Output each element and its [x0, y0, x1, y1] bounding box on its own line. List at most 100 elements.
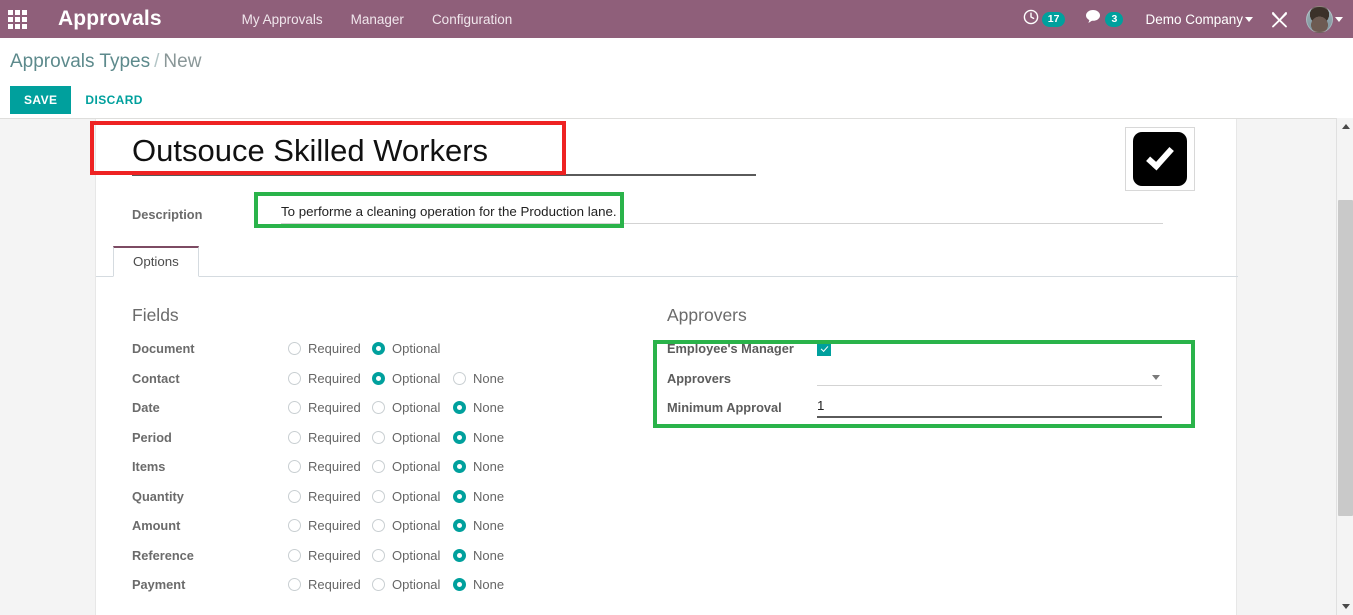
radio-button-icon[interactable] [288, 578, 301, 592]
radio-label: Optional [392, 459, 441, 475]
description-input-zone[interactable]: To performe a cleaning operation for the… [281, 201, 1191, 224]
radio-button-icon[interactable] [372, 548, 385, 562]
radio-none[interactable]: None [453, 577, 504, 592]
radio-button-icon[interactable] [372, 401, 385, 415]
radio-button-icon[interactable] [453, 430, 466, 444]
record-title-field[interactable]: Outsouce Skilled Workers [132, 131, 488, 171]
radio-optional[interactable]: Optional [372, 371, 440, 386]
breadcrumb-root[interactable]: Approvals Types [10, 51, 150, 72]
radio-button-icon[interactable] [453, 401, 466, 415]
vertical-scrollbar[interactable] [1336, 118, 1353, 615]
radio-label: Optional [392, 429, 441, 445]
radio-button-icon[interactable] [288, 401, 301, 415]
radio-required[interactable]: Required [288, 489, 361, 504]
minimum-approval-input[interactable]: 1 [817, 398, 1162, 416]
radio-required[interactable]: Required [288, 577, 361, 592]
field-row-label: Amount [132, 518, 181, 534]
radio-label: None [473, 577, 505, 593]
company-name-label: Demo Company [1145, 11, 1243, 27]
radio-required[interactable]: Required [288, 518, 361, 533]
field-row: Contact Required Optional None [132, 364, 602, 394]
activity-menu[interactable]: 17 [1013, 0, 1076, 38]
radio-button-icon[interactable] [453, 460, 466, 474]
radio-none[interactable]: None [453, 518, 504, 533]
menu-item-configuration[interactable]: Configuration [418, 12, 526, 27]
radio-button-icon[interactable] [372, 460, 385, 474]
radio-none[interactable]: None [453, 371, 504, 386]
radio-button-icon[interactable] [372, 430, 385, 444]
chevron-down-icon [1341, 604, 1350, 609]
radio-optional[interactable]: Optional [372, 489, 440, 504]
app-brand-title[interactable]: Approvals [58, 7, 162, 31]
radio-optional[interactable]: Optional [372, 518, 440, 533]
radio-optional[interactable]: Optional [372, 400, 440, 415]
radio-optional[interactable]: Optional [372, 548, 440, 563]
radio-label: None [473, 400, 505, 416]
radio-none[interactable]: None [453, 489, 504, 504]
discard-button[interactable]: DISCARD [71, 86, 156, 114]
radio-label: None [473, 488, 505, 504]
radio-required[interactable]: Required [288, 341, 361, 356]
radio-required[interactable]: Required [288, 548, 361, 563]
radio-none[interactable]: None [453, 400, 504, 415]
radio-button-icon[interactable] [288, 430, 301, 444]
apps-grid-icon[interactable] [0, 0, 34, 38]
radio-button-icon[interactable] [372, 371, 385, 385]
scroll-up-button[interactable] [1337, 118, 1353, 135]
radio-button-icon[interactable] [288, 489, 301, 503]
radio-button-icon[interactable] [372, 342, 385, 356]
radio-none[interactable]: None [453, 459, 504, 474]
radio-button-icon[interactable] [288, 342, 301, 356]
minimum-approval-underline [817, 415, 1162, 418]
save-button[interactable]: SAVE [10, 86, 72, 114]
chat-bubble-icon [1085, 9, 1102, 29]
user-menu[interactable] [1300, 5, 1343, 33]
chevron-down-icon [1335, 16, 1343, 22]
form-view-area: Outsouce Skilled Workers Description To … [0, 118, 1353, 615]
messages-menu[interactable]: 3 [1075, 0, 1133, 38]
radio-button-icon[interactable] [453, 578, 466, 592]
radio-button-icon[interactable] [372, 519, 385, 533]
radio-label: Optional [392, 547, 441, 563]
menu-item-manager[interactable]: Manager [337, 12, 418, 27]
description-input[interactable]: To performe a cleaning operation for the… [281, 201, 1191, 223]
radio-button-icon[interactable] [288, 371, 301, 385]
radio-button-icon[interactable] [372, 489, 385, 503]
radio-none[interactable]: None [453, 548, 504, 563]
radio-required[interactable]: Required [288, 400, 361, 415]
radio-optional[interactable]: Optional [372, 577, 440, 592]
scroll-down-button[interactable] [1337, 598, 1353, 615]
radio-button-icon[interactable] [453, 519, 466, 533]
tab-options[interactable]: Options [113, 246, 199, 277]
checkmark-image [1133, 132, 1187, 186]
radio-button-icon[interactable] [288, 548, 301, 562]
company-switcher[interactable]: Demo Company [1133, 12, 1259, 27]
radio-button-icon[interactable] [453, 489, 466, 503]
radio-optional[interactable]: Optional [372, 341, 440, 356]
radio-required[interactable]: Required [288, 371, 361, 386]
minimum-approval-input-zone[interactable]: 1 [817, 398, 1162, 418]
approvers-input-zone[interactable] [817, 370, 1162, 387]
approval-type-image[interactable] [1125, 127, 1195, 191]
page-title[interactable]: Outsouce Skilled Workers [132, 131, 488, 171]
radio-button-icon[interactable] [288, 519, 301, 533]
breadcrumb-separator: / [154, 51, 160, 72]
radio-button-icon[interactable] [453, 371, 466, 385]
radio-button-icon[interactable] [453, 548, 466, 562]
approvers-row: Approvers [667, 364, 1207, 394]
radio-label: Required [308, 459, 361, 475]
radio-required[interactable]: Required [288, 430, 361, 445]
radio-none[interactable]: None [453, 430, 504, 445]
developer-tools-button[interactable] [1259, 11, 1300, 28]
notebook-tab-bar: Options [96, 245, 1238, 277]
clock-icon [1023, 9, 1039, 30]
radio-optional[interactable]: Optional [372, 430, 440, 445]
radio-button-icon[interactable] [372, 578, 385, 592]
radio-button-icon[interactable] [288, 460, 301, 474]
scrollbar-thumb[interactable] [1338, 200, 1353, 516]
radio-optional[interactable]: Optional [372, 459, 440, 474]
radio-required[interactable]: Required [288, 459, 361, 474]
menu-item-my-approvals[interactable]: My Approvals [228, 12, 337, 27]
chevron-down-icon [1245, 17, 1253, 23]
employees-manager-checkbox[interactable] [817, 341, 831, 356]
